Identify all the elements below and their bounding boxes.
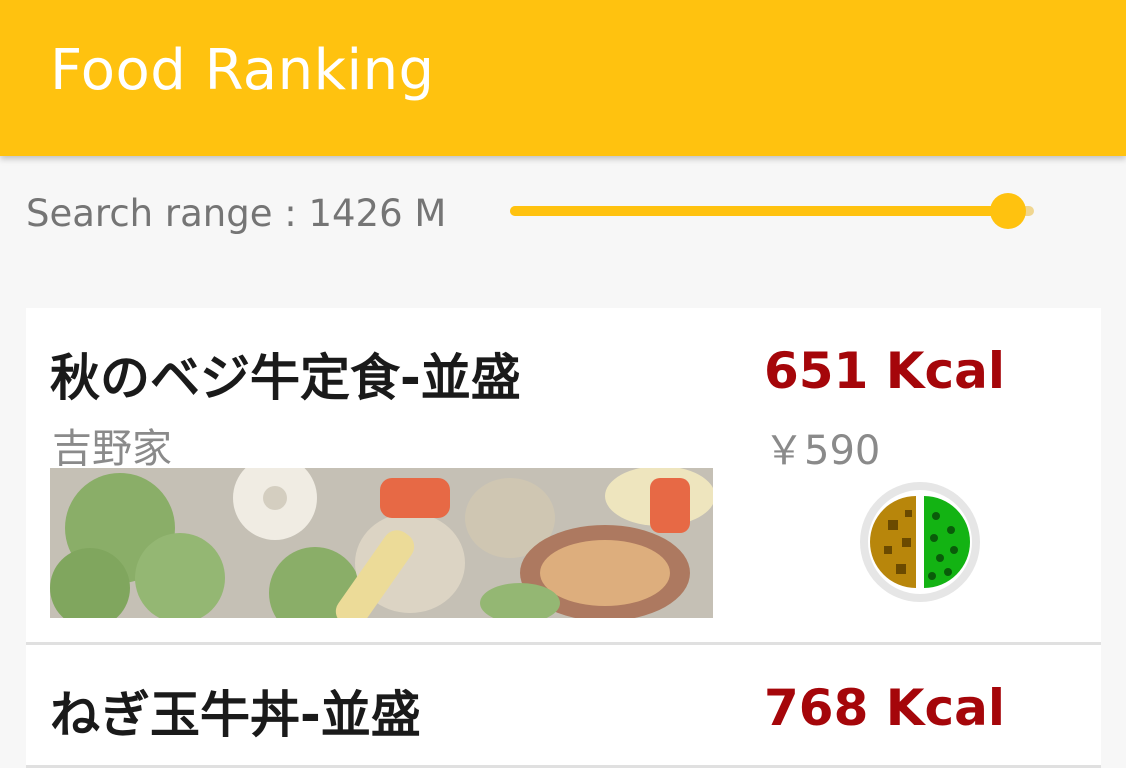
food-card[interactable]: ねぎ玉牛丼-並盛 768 Kcal bbox=[26, 645, 1101, 768]
search-range-row: Search range : 1426 M bbox=[0, 156, 1126, 290]
meat-and-vegetable-balance-icon bbox=[858, 480, 982, 604]
shop-name: 吉野家 bbox=[52, 426, 172, 472]
price-value: ￥590 bbox=[764, 428, 881, 474]
food-card[interactable]: 秋のベジ牛定食-並盛 吉野家 651 Kcal ￥590 bbox=[26, 308, 1101, 645]
calorie-value: 651 Kcal bbox=[764, 342, 1006, 400]
search-range-slider[interactable] bbox=[510, 192, 1034, 229]
vegetable-beef-set-photo bbox=[50, 468, 713, 618]
app-bar: Food Ranking bbox=[0, 0, 1126, 156]
app-title: Food Ranking bbox=[50, 38, 435, 103]
food-list: 秋のベジ牛定食-並盛 吉野家 651 Kcal ￥590 ねぎ玉牛丼-並盛 76… bbox=[26, 308, 1101, 768]
slider-fill bbox=[510, 206, 1008, 216]
search-range-label: Search range : 1426 M bbox=[26, 192, 447, 235]
food-photo bbox=[50, 468, 713, 618]
food-name: ねぎ玉牛丼-並盛 bbox=[50, 686, 421, 744]
slider-thumb[interactable] bbox=[990, 193, 1026, 229]
calorie-value: 768 Kcal bbox=[764, 679, 1006, 737]
food-name: 秋のベジ牛定食-並盛 bbox=[50, 349, 521, 407]
